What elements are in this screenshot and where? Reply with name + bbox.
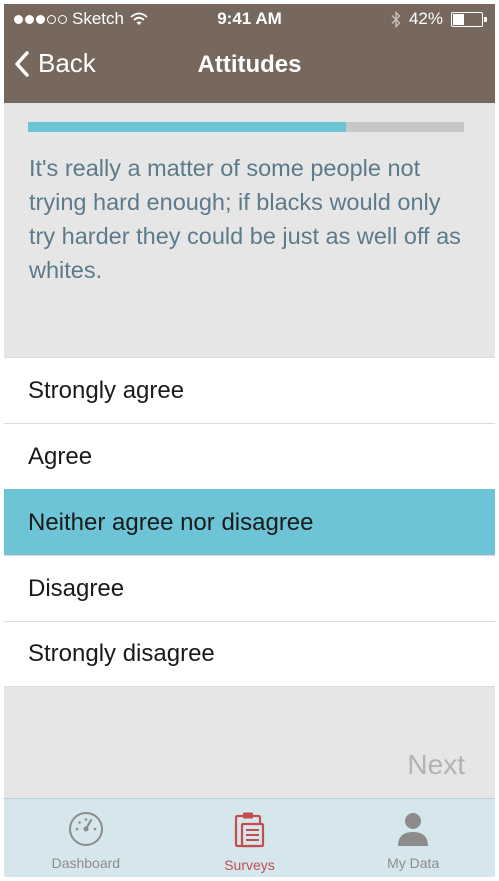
question-text: It's really a matter of some people not … [29,155,461,283]
answer-option[interactable]: Strongly agree [4,357,495,423]
bluetooth-icon [391,10,401,28]
tab-surveys[interactable]: Surveys [168,799,332,877]
tab-label: Dashboard [51,855,121,871]
tab-bar: Dashboard Surveys My Data [4,798,495,877]
answer-option[interactable]: Disagree [4,555,495,621]
tab-my-data[interactable]: My Data [331,799,495,877]
answer-option[interactable]: Neither agree nor disagree [4,489,495,555]
progress-bar [28,122,464,132]
status-right: 42% [391,9,487,29]
header: Sketch 9:41 AM 42% Back Attitudes [4,4,495,103]
answer-option[interactable]: Strongly disagree [4,621,495,687]
status-bar: Sketch 9:41 AM 42% [4,4,495,34]
tab-label: My Data [387,855,440,871]
progress-fill [28,122,347,132]
battery-percent: 42% [408,9,443,28]
answer-option[interactable]: Agree [4,423,495,489]
tab-label: Surveys [224,857,275,873]
nav-bar: Back Attitudes [4,34,495,103]
tab-dashboard[interactable]: Dashboard [4,799,168,877]
phone-screen: Sketch 9:41 AM 42% Back Attitudes It's r… [4,4,495,877]
battery-level [453,13,464,25]
page-title: Attitudes [197,51,302,78]
battery-icon [451,11,487,27]
next-button[interactable]: Next [407,749,465,781]
answer-options: Strongly agree Agree Neither agree nor dis… [4,357,495,687]
dashboard-icon [67,811,105,855]
clipboard-icon [233,811,267,857]
person-icon [395,811,431,855]
